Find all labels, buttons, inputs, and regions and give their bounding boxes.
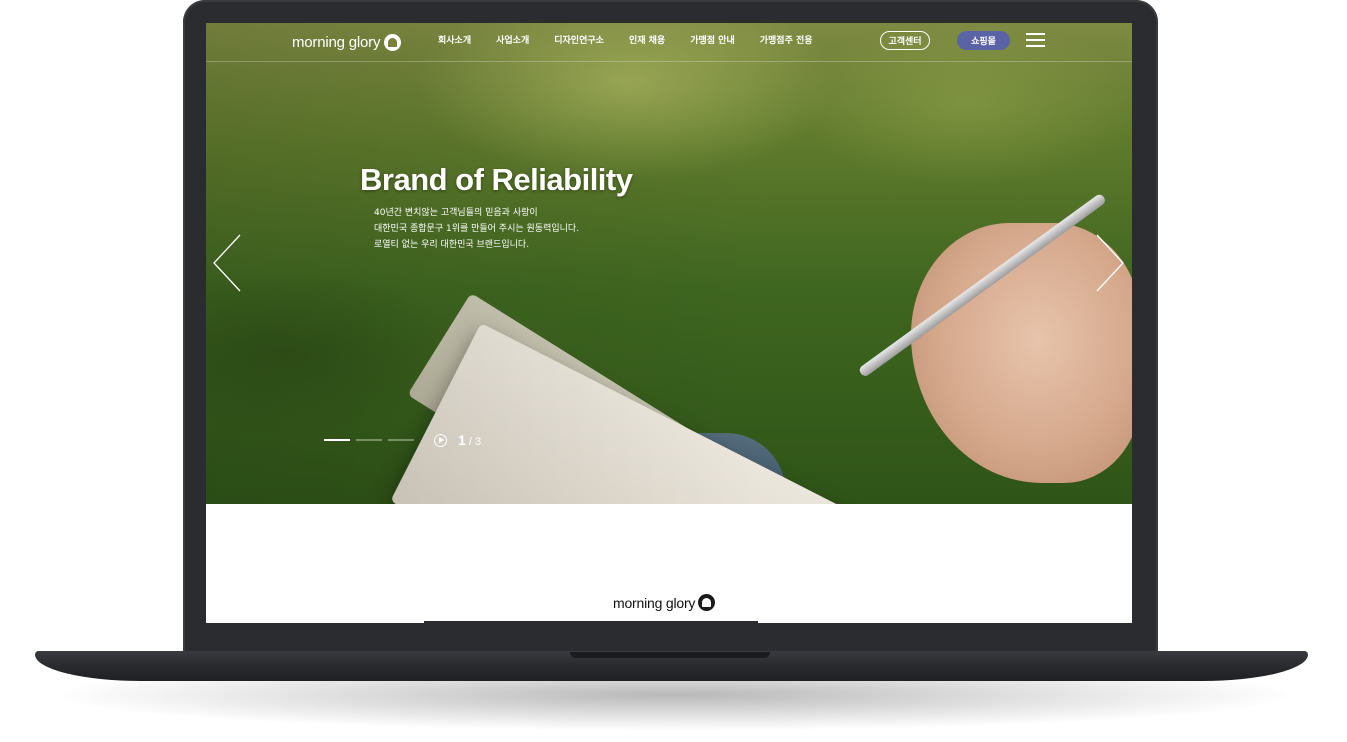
nav-item-recruit[interactable]: 인재 채용 [629, 35, 665, 47]
site-logo[interactable]: morning glory [292, 31, 402, 53]
shop-button[interactable]: 쇼핑몰 [957, 31, 1010, 50]
logo-text: morning glory [292, 33, 381, 51]
arrow-left-icon[interactable] [212, 234, 242, 292]
nav-item-franchise[interactable]: 가맹점 안내 [690, 35, 735, 47]
lower-strip [424, 621, 758, 623]
slide-dot[interactable] [388, 439, 414, 441]
lower-logo-text: morning glory [613, 594, 696, 611]
logo-mark-icon [698, 594, 716, 611]
laptop-notch [570, 652, 770, 658]
hero-description: 40년간 변치않는 고객님들의 믿음과 사랑이 대한민국 종합문구 1위를 만들… [374, 205, 579, 253]
nav-item-design-lab[interactable]: 디자인연구소 [554, 35, 604, 47]
hero-desc-line: 대한민국 종합문구 1위를 만들어 주시는 원동력입니다. [374, 224, 580, 234]
slide-current: 1 [458, 432, 466, 448]
arrow-right-icon[interactable] [1095, 234, 1125, 292]
hero-slider: morning glory 회사소개 사업소개 디자인연구소 인재 채용 가맹점… [206, 23, 1132, 504]
customer-center-button[interactable]: 고객센터 [880, 31, 930, 50]
slide-total: / 3 [465, 436, 482, 448]
play-icon[interactable] [434, 433, 447, 447]
nav-item-franchisee[interactable]: 가맹점주 전용 [760, 35, 813, 47]
hero-title: Brand of Reliability [360, 162, 633, 197]
lower-logo: morning glory [613, 594, 716, 611]
nav-item-business[interactable]: 사업소개 [496, 35, 529, 47]
slide-dot[interactable] [324, 439, 350, 441]
hero-desc-line: 로열티 없는 우리 대한민국 브랜드입니다. [374, 240, 530, 250]
slide-indicator: 1 / 3 [324, 432, 481, 448]
main-nav: 회사소개 사업소개 디자인연구소 인재 채용 가맹점 안내 가맹점주 전용 [438, 35, 838, 47]
logo-mark-icon [384, 33, 402, 51]
hero-desc-line: 40년간 변치않는 고객님들의 믿음과 사랑이 [374, 208, 538, 218]
menu-icon[interactable] [1026, 33, 1045, 48]
slide-dot[interactable] [356, 439, 382, 441]
slide-counter: 1 / 3 [458, 432, 481, 448]
nav-item-company[interactable]: 회사소개 [438, 35, 471, 47]
screen: morning glory 회사소개 사업소개 디자인연구소 인재 채용 가맹점… [206, 23, 1132, 623]
site-header: morning glory 회사소개 사업소개 디자인연구소 인재 채용 가맹점… [206, 23, 1132, 62]
